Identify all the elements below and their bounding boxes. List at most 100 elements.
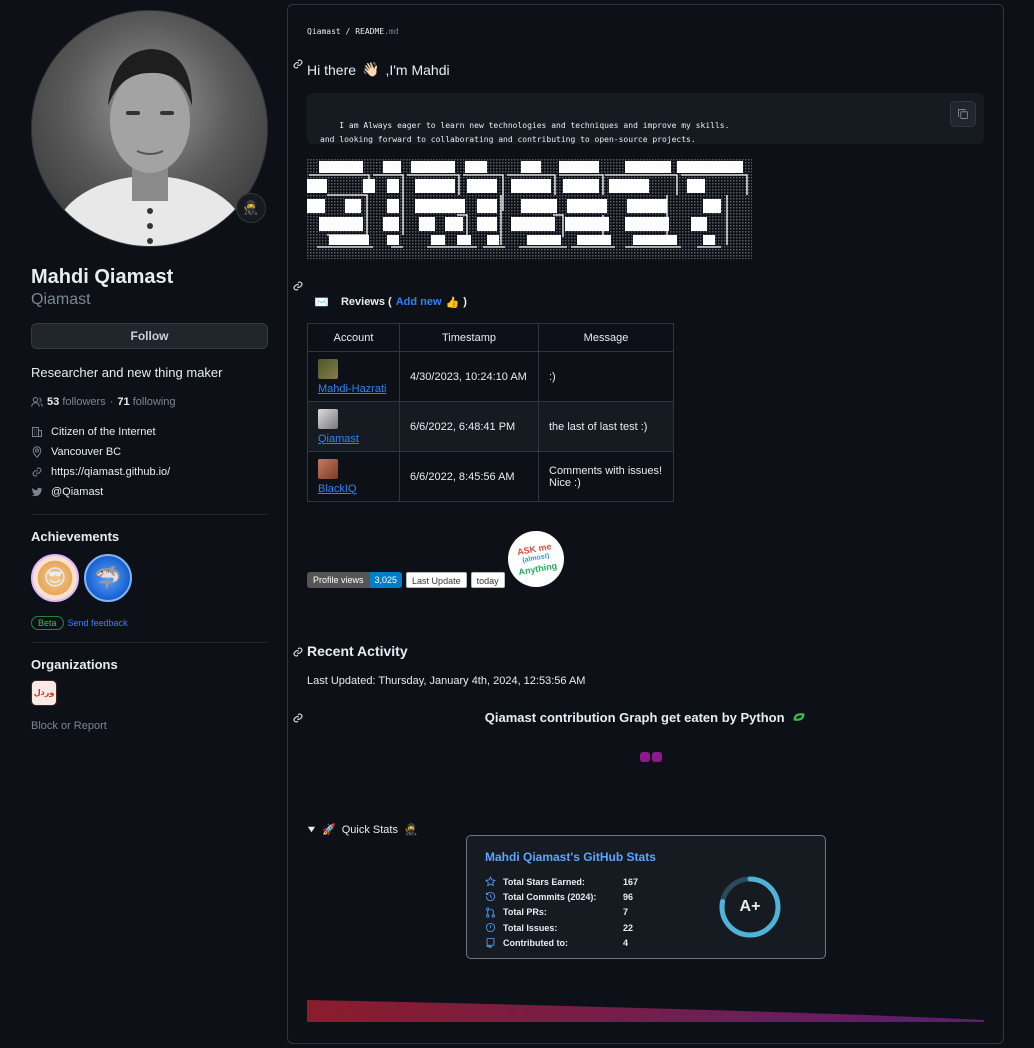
link-icon bbox=[293, 647, 303, 657]
achievement-badge[interactable]: 🦈 bbox=[84, 553, 132, 602]
twitter-icon bbox=[31, 487, 43, 496]
breadcrumb-owner[interactable]: Qiamast bbox=[307, 27, 341, 36]
copy-icon bbox=[958, 109, 968, 119]
reviews-label: Reviews ( bbox=[340, 296, 392, 308]
breadcrumb-ext: .md bbox=[384, 27, 399, 36]
organization-icon bbox=[32, 426, 42, 437]
last-updated-text: Last Updated: Thursday, January 4th, 202… bbox=[307, 675, 586, 687]
contribution-graph-title: Qiamast contribution Graph get eaten by … bbox=[288, 710, 1003, 725]
status-emoji[interactable]: 🥷 bbox=[236, 193, 266, 223]
stat-label: Total Commits (2024): bbox=[503, 891, 597, 902]
account-cell: BlackIQ bbox=[307, 451, 400, 502]
location-icon bbox=[32, 446, 42, 458]
quick-stats-summary[interactable]: 🚀 Quick Stats 🥷 bbox=[307, 823, 418, 836]
snake-segment bbox=[652, 752, 662, 762]
heading-anchor-link[interactable] bbox=[292, 645, 304, 657]
account-link[interactable]: Qiamast bbox=[318, 433, 389, 445]
rank-circle: A+ bbox=[717, 874, 783, 940]
table-row: Qiamast 6/6/2022, 6:48:41 PM the last of… bbox=[307, 401, 674, 452]
history-icon bbox=[485, 892, 496, 902]
greeting-text: Hi there bbox=[307, 61, 357, 78]
issue-icon bbox=[485, 922, 496, 933]
last-update-badge[interactable]: Last Update bbox=[406, 572, 467, 588]
following-link[interactable]: 71 following bbox=[117, 396, 175, 408]
heading-anchor-link[interactable] bbox=[292, 279, 304, 291]
achievements-heading: Achievements bbox=[31, 528, 120, 544]
followers-label: followers bbox=[62, 395, 106, 408]
beta-feedback-row: Beta Send feedback bbox=[31, 615, 268, 630]
link-icon bbox=[32, 467, 42, 477]
stat-value: 167 bbox=[623, 876, 639, 887]
achievement-badge[interactable]: 😎 bbox=[31, 553, 79, 602]
account-link[interactable]: BlackIQ bbox=[318, 483, 389, 495]
avatar-container: 🥷 bbox=[31, 10, 268, 247]
twitter-link[interactable]: @Qiamast bbox=[51, 486, 103, 498]
achievements-list: 😎 🦈 bbox=[31, 553, 268, 602]
last-update-value-badge[interactable]: today bbox=[470, 572, 505, 588]
ninja-icon: 🥷 bbox=[403, 824, 418, 836]
company-text: Citizen of the Internet bbox=[51, 425, 156, 438]
recent-activity-heading: Recent Activity bbox=[307, 643, 408, 659]
wave-emoji: 👋🏻 bbox=[362, 61, 380, 77]
location-text: Vancouver BC bbox=[51, 445, 122, 458]
stat-value: 96 bbox=[623, 891, 634, 902]
user-avatar[interactable] bbox=[318, 358, 338, 379]
beta-label: Beta bbox=[31, 615, 64, 630]
stat-label: Total PRs: bbox=[503, 907, 547, 918]
readme-greeting-heading: Hi there 👋🏻 ,I'm Mahdi bbox=[307, 61, 450, 78]
following-count: 71 bbox=[117, 395, 130, 408]
timestamp-cell: 6/6/2022, 8:45:56 AM bbox=[399, 451, 539, 502]
user-avatar[interactable] bbox=[318, 458, 338, 479]
people-icon bbox=[31, 396, 43, 407]
send-feedback-link[interactable]: Send feedback bbox=[68, 618, 128, 628]
readme-panel: Qiamast / README.md Hi there 👋🏻 ,I'm Mah… bbox=[287, 4, 1004, 1044]
stat-value: 7 bbox=[623, 907, 629, 918]
website-link[interactable]: https://qiamast.github.io/ bbox=[51, 466, 170, 478]
copy-button[interactable] bbox=[950, 101, 976, 127]
link-icon bbox=[293, 59, 303, 69]
footer-wave-banner bbox=[307, 1000, 984, 1022]
block-or-report-link[interactable]: Block or Report bbox=[31, 720, 268, 732]
heading-anchor-link[interactable] bbox=[292, 57, 304, 69]
stat-label: Contributed to: bbox=[503, 937, 568, 948]
pull-request-icon bbox=[486, 907, 495, 918]
star-icon bbox=[485, 876, 496, 887]
message-cell: the last of last test :) bbox=[538, 401, 674, 452]
vcard-website: https://qiamast.github.io/ bbox=[31, 462, 268, 482]
user-avatar[interactable] bbox=[318, 408, 338, 429]
badge-value: 3,025 bbox=[369, 572, 403, 588]
message-cell: Comments with issues! Nice :) bbox=[538, 451, 674, 502]
stat-label: Total Stars Earned: bbox=[503, 876, 585, 887]
add-review-link[interactable]: Add new bbox=[396, 296, 442, 308]
follow-separator: · bbox=[109, 395, 114, 408]
profile-bio: Researcher and new thing maker bbox=[31, 364, 223, 380]
rank-grade: A+ bbox=[739, 898, 761, 915]
table-row: Mahdi-Hazrati 4/30/2023, 10:24:10 AM :) bbox=[307, 351, 674, 402]
github-stats-card: Mahdi Qiamast's GitHub Stats Total Stars… bbox=[466, 835, 826, 959]
intro-code-block: I am Always eager to learn new technolog… bbox=[307, 93, 984, 144]
link-icon bbox=[293, 281, 303, 291]
profile-fullname: Mahdi Qiamast bbox=[31, 266, 174, 288]
column-header: Timestamp bbox=[399, 323, 539, 352]
organization-avatar[interactable]: وردل bbox=[31, 679, 57, 706]
followers-link[interactable]: 53 followers bbox=[47, 396, 106, 408]
greeting-name: ,I'm Mahdi bbox=[385, 61, 450, 78]
avatar-portrait bbox=[55, 49, 245, 246]
quick-stats-label: Quick Stats bbox=[341, 823, 398, 836]
follow-button[interactable]: Follow bbox=[31, 322, 268, 349]
repo-icon bbox=[486, 938, 495, 949]
profile-views-badge[interactable]: Profile views 3,025 bbox=[307, 572, 403, 588]
table-header-row: Account Timestamp Message bbox=[307, 323, 674, 352]
stats-card-title: Mahdi Qiamast's GitHub Stats bbox=[485, 850, 656, 864]
column-header: Account bbox=[307, 323, 400, 352]
graph-title-text: Qiamast contribution Graph get eaten by … bbox=[484, 710, 785, 725]
ask-me-anything-badge[interactable]: ASK me (almost) Anything bbox=[503, 526, 569, 592]
badges-row: Profile views 3,025 Last Update today bbox=[307, 572, 505, 588]
avatar[interactable] bbox=[31, 10, 268, 247]
divider bbox=[31, 641, 268, 643]
table-row: BlackIQ 6/6/2022, 8:45:56 AM Comments wi… bbox=[307, 451, 674, 502]
profile-sidebar: 🥷 Mahdi Qiamast Qiamast Follow Researche… bbox=[31, 10, 268, 732]
badge-label: Profile views bbox=[307, 572, 370, 588]
account-link[interactable]: Mahdi-Hazrati bbox=[318, 383, 389, 395]
thumbs-up-icon: 👍 bbox=[445, 296, 460, 309]
